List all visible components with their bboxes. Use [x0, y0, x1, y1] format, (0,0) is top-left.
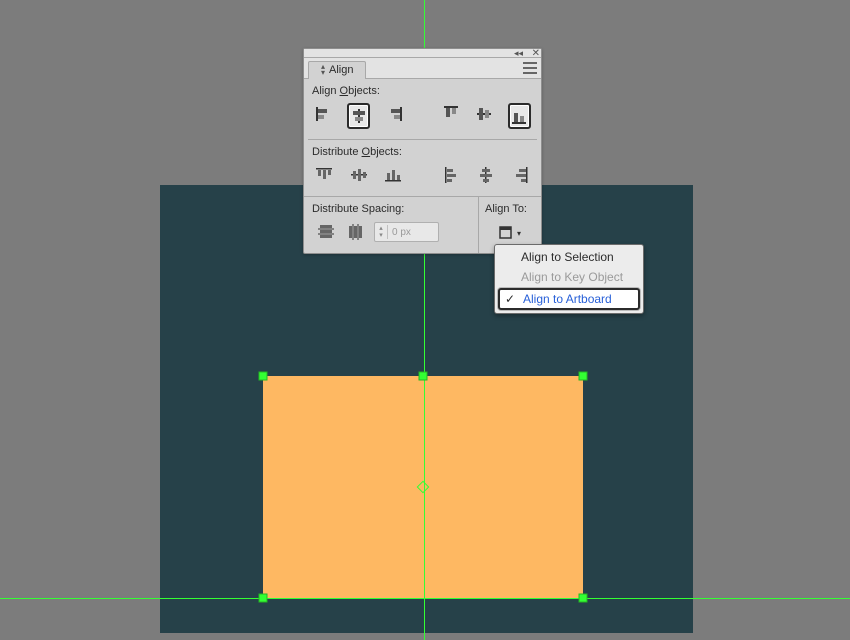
- align-top-button[interactable]: [442, 103, 461, 125]
- dropdown-label: Align to Key Object: [521, 270, 623, 284]
- section-distribute-spacing-label: Distribute Spacing:: [304, 197, 478, 219]
- align-right-button[interactable]: [384, 103, 403, 125]
- panel-menu-icon[interactable]: [523, 61, 537, 75]
- align-bottom-button[interactable]: [508, 103, 531, 129]
- selection-handle-nw[interactable]: [259, 372, 268, 381]
- selection-handle-n[interactable]: [419, 372, 428, 381]
- chevron-down-icon: ▾: [517, 229, 521, 238]
- horizontal-guide: [0, 598, 850, 599]
- selection-handle-se[interactable]: [579, 594, 588, 603]
- expand-arrows-icon: ▴▾: [321, 64, 325, 76]
- tab-align[interactable]: ▴▾ Align: [308, 61, 366, 79]
- dropdown-item-selection[interactable]: Align to Selection: [495, 247, 643, 267]
- check-icon: ✓: [503, 292, 517, 306]
- artboard-icon: [499, 226, 515, 240]
- distribute-bottom-button[interactable]: [383, 164, 404, 186]
- section-distribute-objects-label: Distribute Objects:: [304, 140, 541, 162]
- panel-tabbar: ▴▾ Align: [304, 58, 541, 79]
- dropdown-label: Align to Selection: [521, 250, 614, 264]
- tab-label: Align: [329, 64, 353, 76]
- align-to-dropdown-button[interactable]: ▾: [485, 223, 535, 243]
- align-to-dropdown[interactable]: Align to Selection Align to Key Object ✓…: [494, 244, 644, 314]
- spacing-value-field: ▴▾: [374, 222, 439, 242]
- selection-handle-sw[interactable]: [259, 594, 268, 603]
- section-align-to-label: Align To:: [479, 197, 541, 219]
- align-panel[interactable]: ◂◂ ✕ ▴▾ Align Align Objects: Dis: [303, 48, 542, 254]
- stepper-icon: ▴▾: [375, 225, 388, 239]
- spacing-input: [388, 227, 438, 238]
- dropdown-item-key-object: Align to Key Object: [495, 267, 643, 287]
- distribute-left-button[interactable]: [442, 164, 463, 186]
- distribute-horizontal-spacing-button[interactable]: [344, 221, 368, 243]
- selection-handle-ne[interactable]: [579, 372, 588, 381]
- distribute-right-button[interactable]: [511, 164, 532, 186]
- dropdown-item-artboard[interactable]: ✓ Align to Artboard: [498, 288, 640, 310]
- section-align-objects-label: Align Objects:: [304, 79, 541, 101]
- align-left-button[interactable]: [314, 103, 333, 125]
- distribute-vertical-center-button[interactable]: [349, 164, 370, 186]
- align-vertical-center-button[interactable]: [475, 103, 494, 125]
- dropdown-label: Align to Artboard: [523, 292, 612, 306]
- panel-titlebar[interactable]: ◂◂ ✕: [304, 49, 541, 58]
- distribute-top-button[interactable]: [314, 164, 335, 186]
- distribute-horizontal-center-button[interactable]: [476, 164, 497, 186]
- distribute-vertical-spacing-button[interactable]: [314, 221, 338, 243]
- align-horizontal-center-button[interactable]: [347, 103, 370, 129]
